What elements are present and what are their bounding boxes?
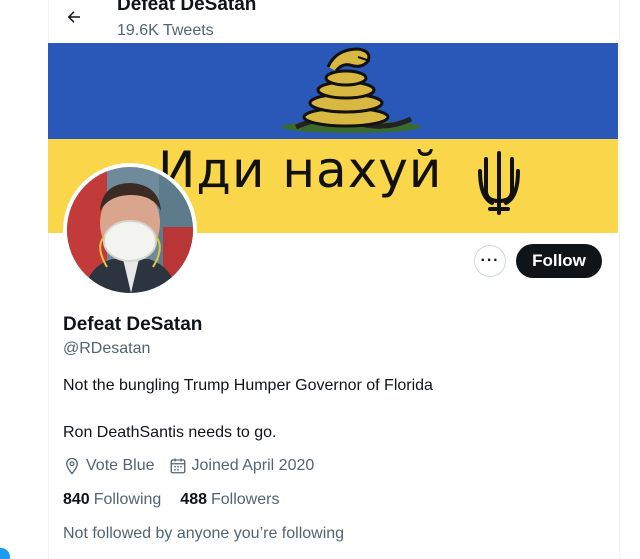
following-link[interactable]: 840 Following — [63, 491, 161, 509]
blue-dot — [0, 548, 10, 559]
tweet-count: 19.6K Tweets — [117, 22, 214, 39]
profile-name: Defeat DeSatan — [63, 314, 203, 335]
profile-page: Defeat DeSatan 19.6K Tweets Иди нахуй ··… — [0, 0, 640, 559]
profile-handle: @RDesatan — [63, 340, 151, 357]
follow-button[interactable]: Follow — [516, 244, 602, 278]
trident-icon — [478, 151, 520, 215]
bio-line-2: Ron DeathSantis needs to go. — [63, 424, 277, 441]
profile-avatar[interactable] — [63, 163, 197, 297]
calendar-icon — [170, 458, 185, 474]
followers-count: 488 — [180, 491, 207, 508]
location-pin-icon — [66, 457, 78, 475]
location-text: Vote Blue — [86, 457, 155, 474]
gadsden-snake-icon — [281, 47, 421, 133]
more-options-button[interactable]: ··· — [474, 245, 506, 277]
location-item: Vote Blue — [63, 457, 155, 475]
follow-stats: 840 Following 488 Followers — [63, 491, 298, 509]
not-followed-text: Not followed by anyone you’re following — [63, 525, 345, 542]
followers-link[interactable]: 488 Followers — [180, 491, 279, 509]
back-button[interactable] — [62, 4, 86, 30]
joined-text: Joined April 2020 — [191, 457, 315, 474]
left-gutter — [0, 0, 48, 559]
banner-text: Иди нахуй — [158, 141, 443, 199]
arrow-left-icon — [67, 11, 80, 23]
followers-label: Followers — [211, 491, 280, 508]
joined-item: Joined April 2020 — [169, 457, 315, 475]
avatar-image — [67, 167, 193, 293]
header-title: Defeat DeSatan — [117, 0, 257, 15]
profile-meta: Vote Blue Joined April 2020 — [63, 457, 328, 475]
bio-line-1: Not the bungling Trump Humper Governor o… — [63, 377, 433, 394]
following-count: 840 — [63, 491, 90, 508]
following-label: Following — [93, 491, 162, 508]
